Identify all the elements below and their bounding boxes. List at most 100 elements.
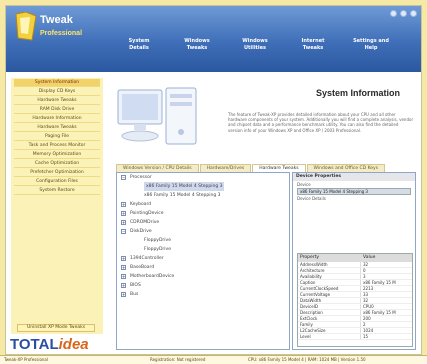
tab-bar: Windows Version / CPU Details Hardware/D… bbox=[116, 164, 386, 172]
tree-node[interactable]: + BaseBoard bbox=[117, 263, 289, 272]
device-label: Device bbox=[297, 182, 311, 187]
top-navigation: System Details Windows Tweaks Windows Utili… bbox=[110, 16, 400, 62]
column-header-value[interactable]: Value bbox=[360, 254, 412, 262]
expand-icon[interactable]: + bbox=[121, 256, 126, 261]
tab-hardware-drives[interactable]: Hardware/Drives bbox=[199, 164, 252, 172]
expand-icon[interactable]: + bbox=[121, 292, 126, 297]
property-name-cell: ExtClock bbox=[300, 316, 318, 321]
property-value-cell: 200 bbox=[360, 316, 412, 321]
collapse-icon[interactable]: − bbox=[121, 229, 126, 234]
property-name-cell: Level bbox=[300, 334, 311, 339]
column-header-property[interactable]: Property bbox=[298, 254, 360, 262]
minimize-icon[interactable] bbox=[390, 10, 397, 17]
properties-header: Device Properties bbox=[293, 173, 415, 181]
nav-system-details[interactable]: System Details bbox=[110, 16, 168, 62]
tree-node[interactable]: + PointingDevice bbox=[117, 209, 289, 218]
expand-icon[interactable]: + bbox=[121, 220, 126, 225]
property-name-cell: CurrentClockSpeed bbox=[300, 286, 339, 291]
status-middle: Registration: Not registered bbox=[150, 357, 206, 362]
tree-node-label: PointingDevice bbox=[130, 211, 164, 216]
property-name-cell: Family bbox=[300, 322, 313, 327]
nav-windows-tweaks[interactable]: Windows Tweaks bbox=[168, 16, 226, 62]
tree-node[interactable]: +1394Controller bbox=[117, 254, 289, 263]
property-name-cell: Caption bbox=[300, 280, 316, 285]
tree-node-label: x86 Family 15 Model 4 Stepping 3 bbox=[144, 182, 225, 191]
computer-icon bbox=[117, 87, 197, 145]
property-value-cell: 33 bbox=[360, 292, 412, 297]
tree-node[interactable]: FloppyDrive bbox=[117, 245, 289, 254]
tree-node[interactable]: + Bus bbox=[117, 290, 289, 299]
sidebar-item-ram-disk[interactable]: RAM Disk Drive bbox=[14, 106, 100, 114]
header-bar: Tweak Professional System Details Windows… bbox=[6, 6, 421, 72]
tree-node[interactable]: + BIOS bbox=[117, 281, 289, 290]
nav-settings-help[interactable]: Settings and Help bbox=[342, 16, 400, 62]
status-bar: Tweak-XP Professional Registration: Not … bbox=[0, 355, 427, 364]
property-value-cell: x86 Family 15 M bbox=[360, 280, 412, 285]
sidebar-item-system-information[interactable]: System Information bbox=[14, 79, 100, 87]
tree-node-label: DiskDrive bbox=[130, 229, 152, 234]
tree-node[interactable]: − Processor bbox=[117, 173, 289, 182]
device-tree[interactable]: − Processor x86 Family 15 Model 4 Stepping… bbox=[116, 172, 290, 350]
tree-node-label: Keyboard bbox=[130, 202, 152, 207]
tree-node-label: CDROMDrive bbox=[130, 220, 160, 225]
tree-node[interactable]: x86 Family 15 Model 4 Stepping 3 bbox=[117, 182, 289, 191]
page-title: System Information bbox=[316, 88, 401, 98]
tree-node[interactable]: + CDROMDrive bbox=[117, 218, 289, 227]
table-row[interactable]: Level 15 bbox=[298, 334, 412, 340]
app-title: Tweak bbox=[40, 14, 73, 26]
tree-node-label: FloppyDrive bbox=[144, 247, 171, 252]
property-value-cell: 32 bbox=[360, 262, 412, 267]
sidebar-item-memory-optimization[interactable]: Memory Optimization bbox=[14, 151, 100, 159]
device-details-label: Device Details bbox=[297, 196, 326, 201]
expand-icon[interactable]: + bbox=[121, 211, 126, 216]
tweak-logo-icon bbox=[15, 11, 37, 41]
property-value-cell: 1024 bbox=[360, 328, 412, 333]
property-value-cell: 0 bbox=[360, 268, 412, 273]
expand-icon[interactable]: + bbox=[121, 283, 126, 288]
tree-node-label: Bus bbox=[130, 292, 139, 297]
sidebar-item-configuration-files[interactable]: Configuration Files bbox=[14, 178, 100, 186]
sidebar-item-display-cd-keys[interactable]: Display CD Keys bbox=[14, 88, 100, 96]
sidebar-item-prefetcher-optimization[interactable]: Prefetcher Optimization bbox=[14, 169, 100, 177]
property-name-cell: L2CacheSize bbox=[300, 328, 326, 333]
sidebar-item-hardware-information[interactable]: Hardware Information bbox=[14, 115, 100, 123]
app-window: Tweak Professional System Details Windows… bbox=[5, 5, 422, 355]
property-name-cell: Description bbox=[300, 310, 323, 315]
tab-hardware-tweaks[interactable]: Hardware Tweaks bbox=[252, 164, 306, 172]
status-right: CPU: x86 Family 15 Model 4 | RAM: 1024 M… bbox=[248, 357, 366, 362]
expand-icon[interactable]: + bbox=[121, 274, 126, 279]
sidebar-item-hardware-tweaks-2[interactable]: Hardware Tweaks bbox=[14, 124, 100, 132]
tab-cd-keys[interactable]: Windows and Office CD Keys bbox=[306, 164, 386, 172]
device-value-field[interactable]: x86 Family 15 Model 4 Stepping 3 bbox=[297, 188, 411, 195]
expand-icon[interactable]: + bbox=[121, 202, 126, 207]
expand-icon[interactable]: + bbox=[121, 265, 126, 270]
tab-windows-version[interactable]: Windows Version / CPU Details bbox=[116, 164, 199, 172]
device-properties: Device Properties Device x86 Family 15 M… bbox=[292, 172, 416, 350]
table-body: AddressWidth 32 Architecture 0 Availability 3… bbox=[298, 262, 412, 340]
tree-node[interactable]: + Keyboard bbox=[117, 200, 289, 209]
nav-windows-utilities[interactable]: Windows Utilities bbox=[226, 16, 284, 62]
tree-node-label: FloppyDrive bbox=[144, 238, 171, 243]
tree-node[interactable]: x86 Family 15 Model 4 Stepping 3 bbox=[117, 191, 289, 200]
sidebar-item-hardware-tweaks[interactable]: Hardware Tweaks bbox=[14, 97, 100, 105]
property-value-cell: 15 bbox=[360, 334, 412, 339]
property-value-cell: 2213 bbox=[360, 286, 412, 291]
tree-node[interactable]: + MotherboardDevice bbox=[117, 272, 289, 281]
uninstall-button[interactable]: Uninstall XP Mode Tweaks bbox=[17, 324, 95, 332]
sidebar-item-cache-optimization[interactable]: Cache Optimization bbox=[14, 160, 100, 168]
property-name-cell: Availability bbox=[300, 274, 322, 279]
sidebar-item-system-restore[interactable]: System Restore bbox=[14, 187, 100, 195]
collapse-icon[interactable]: − bbox=[121, 175, 126, 180]
tree-node[interactable]: FloppyDrive bbox=[117, 236, 289, 245]
tree-node-label: x86 Family 15 Model 4 Stepping 3 bbox=[144, 193, 221, 198]
sidebar-item-paging-file[interactable]: Paging File bbox=[14, 133, 100, 141]
sidebar-item-task-monitor[interactable]: Task and Process Monitor bbox=[14, 142, 100, 150]
close-icon[interactable] bbox=[410, 10, 417, 17]
property-value-cell: x86 Family 15 M bbox=[360, 310, 412, 315]
page-description: The feature of Tweak-XP provides detaile… bbox=[228, 112, 414, 133]
app-subtitle: Professional bbox=[40, 30, 83, 37]
maximize-icon[interactable] bbox=[400, 10, 407, 17]
nav-internet-tweaks[interactable]: Internet Tweaks bbox=[284, 16, 342, 62]
property-value-cell: 32 bbox=[360, 298, 412, 303]
tree-node[interactable]: − DiskDrive bbox=[117, 227, 289, 236]
